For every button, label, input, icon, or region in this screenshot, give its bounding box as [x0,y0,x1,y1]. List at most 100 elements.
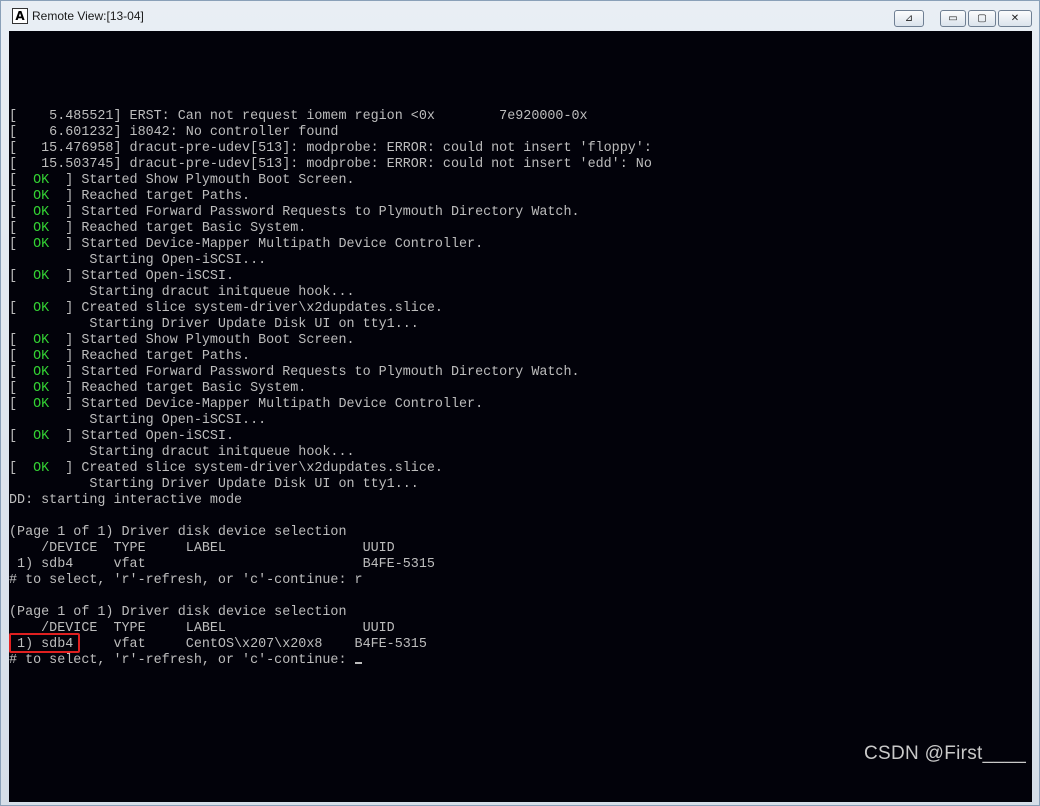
console-text: [ 5.485521] ERST: Can not request iomem … [9,109,588,124]
console-text: [ [9,189,34,204]
console-line: [ OK ] Started Forward Password Requests… [9,205,652,221]
console-text: [ [9,397,34,412]
console-line: Starting Driver Update Disk UI on tty1..… [9,317,652,333]
console-text: ] Started Open-iSCSI. [49,269,235,284]
ok-status: OK [33,301,50,316]
ok-status: OK [33,365,50,380]
console-line: /DEVICE TYPE LABEL UUID [9,621,652,637]
console-line: Starting Open-iSCSI... [9,253,652,269]
pin-button[interactable]: ⊿ [894,10,924,27]
console-line: # to select, 'r'-refresh, or 'c'-continu… [9,653,652,669]
ok-status: OK [33,173,50,188]
console-text: [ [9,381,34,396]
console-line: # to select, 'r'-refresh, or 'c'-continu… [9,573,652,589]
console-text: ] Started Device-Mapper Multipath Device… [49,237,484,252]
remote-view-window: A Remote View:[13-04] ⊿ ▭ ▢ ✕ [ 5.485521… [0,0,1040,806]
console-text: [ [9,221,34,236]
console-text: (Page 1 of 1) Driver disk device selecti… [9,525,347,540]
console-text: [ [9,333,34,348]
console-line: [ OK ] Reached target Paths. [9,189,652,205]
console-line: (Page 1 of 1) Driver disk device selecti… [9,605,652,621]
console-text: /DEVICE TYPE LABEL UUID [9,541,395,556]
console-text: [ [9,429,34,444]
console-text: Starting Open-iSCSI... [9,413,267,428]
console-line: Starting Driver Update Disk UI on tty1..… [9,477,652,493]
console-line: DD: starting interactive mode [9,493,652,509]
console-text: ] Started Show Plymouth Boot Screen. [49,173,355,188]
console-text: ] Started Device-Mapper Multipath Device… [49,397,484,412]
console-text: ] Started Open-iSCSI. [49,429,235,444]
console-line: [ OK ] Started Show Plymouth Boot Screen… [9,333,652,349]
console-line: Starting dracut initqueue hook... [9,445,652,461]
window-title: Remote View:[13-04] [32,9,144,23]
console-line: [ 15.503745] dracut-pre-udev[513]: modpr… [9,157,652,173]
console-text: Starting Driver Update Disk UI on tty1..… [9,477,419,492]
console-text: [ [9,365,34,380]
console-text: [ [9,301,34,316]
ok-status: OK [33,189,50,204]
console-text: Starting Open-iSCSI... [9,253,267,268]
close-button[interactable]: ✕ [998,10,1032,27]
ok-status: OK [33,429,50,444]
ok-status: OK [33,237,50,252]
console-text: [ [9,205,34,220]
text-cursor [354,662,362,664]
console-line: [ OK ] Started Open-iSCSI. [9,269,652,285]
console-text: [ 15.476958] dracut-pre-udev[513]: modpr… [9,141,652,156]
console-text: ] Started Show Plymouth Boot Screen. [49,333,355,348]
console-text: [ [9,237,34,252]
ok-status: OK [33,381,50,396]
console-text: [ [9,461,34,476]
console-text: [ [9,173,34,188]
highlight-annotation-box [9,633,80,653]
ok-status: OK [33,205,50,220]
console-line: [ OK ] Created slice system-driver\x2dup… [9,461,652,477]
console-text: ] Started Forward Password Requests to P… [49,365,580,380]
console-line: [ OK ] Reached target Paths. [9,349,652,365]
console-line: [ OK ] Started Device-Mapper Multipath D… [9,237,652,253]
console-text: (Page 1 of 1) Driver disk device selecti… [9,605,347,620]
console-line: [ OK ] Started Device-Mapper Multipath D… [9,397,652,413]
console-line: /DEVICE TYPE LABEL UUID [9,541,652,557]
console-text: ] Created slice system-driver\x2dupdates… [49,461,443,476]
title-bar[interactable]: A Remote View:[13-04] ⊿ ▭ ▢ ✕ [1,1,1039,31]
console-line: Starting Open-iSCSI... [9,413,652,429]
console-text: ] Reached target Paths. [49,349,251,364]
console-line: 1) sdb4 vfat CentOS\x207\x20x8 B4FE-5315 [9,637,652,653]
console-text: DD: starting interactive mode [9,493,243,508]
ok-status: OK [33,349,50,364]
ok-status: OK [33,397,50,412]
console-line: [ OK ] Created slice system-driver\x2dup… [9,301,652,317]
app-logo-icon: A [12,8,28,24]
console-text: [ 15.503745] dracut-pre-udev[513]: modpr… [9,157,652,172]
console-text: [ [9,349,34,364]
console-line: Starting dracut initqueue hook... [9,285,652,301]
console-output: [ 5.485521] ERST: Can not request iomem … [9,109,652,669]
console-text: ] Started Forward Password Requests to P… [49,205,580,220]
console-text: [ 6.601232] i8042: No controller found [9,125,339,140]
maximize-button[interactable]: ▢ [968,10,996,27]
console-line: [ OK ] Reached target Basic System. [9,221,652,237]
ok-status: OK [33,269,50,284]
console-text: # to select, 'r'-refresh, or 'c'-continu… [9,653,355,668]
console-text: 1) sdb4 vfat B4FE-5315 [9,557,435,572]
console-line: [ OK ] Started Forward Password Requests… [9,365,652,381]
console-line: [ 15.476958] dracut-pre-udev[513]: modpr… [9,141,652,157]
console-text: Starting dracut initqueue hook... [9,285,355,300]
minimize-button[interactable]: ▭ [940,10,966,27]
console-line: 1) sdb4 vfat B4FE-5315 [9,557,652,573]
console-line: [ OK ] Started Open-iSCSI. [9,429,652,445]
console-line: [ OK ] Started Show Plymouth Boot Screen… [9,173,652,189]
console-line: (Page 1 of 1) Driver disk device selecti… [9,525,652,541]
console-line: [ 6.601232] i8042: No controller found [9,125,652,141]
console-text: Starting dracut initqueue hook... [9,445,355,460]
remote-console-screen[interactable]: [ 5.485521] ERST: Can not request iomem … [9,31,1032,802]
console-text: # to select, 'r'-refresh, or 'c'-continu… [9,573,363,588]
ok-status: OK [33,461,50,476]
console-line: [ OK ] Reached target Basic System. [9,381,652,397]
console-text: [ [9,269,34,284]
watermark: CSDN @First____ [864,743,1027,764]
console-text: ] Created slice system-driver\x2dupdates… [49,301,443,316]
